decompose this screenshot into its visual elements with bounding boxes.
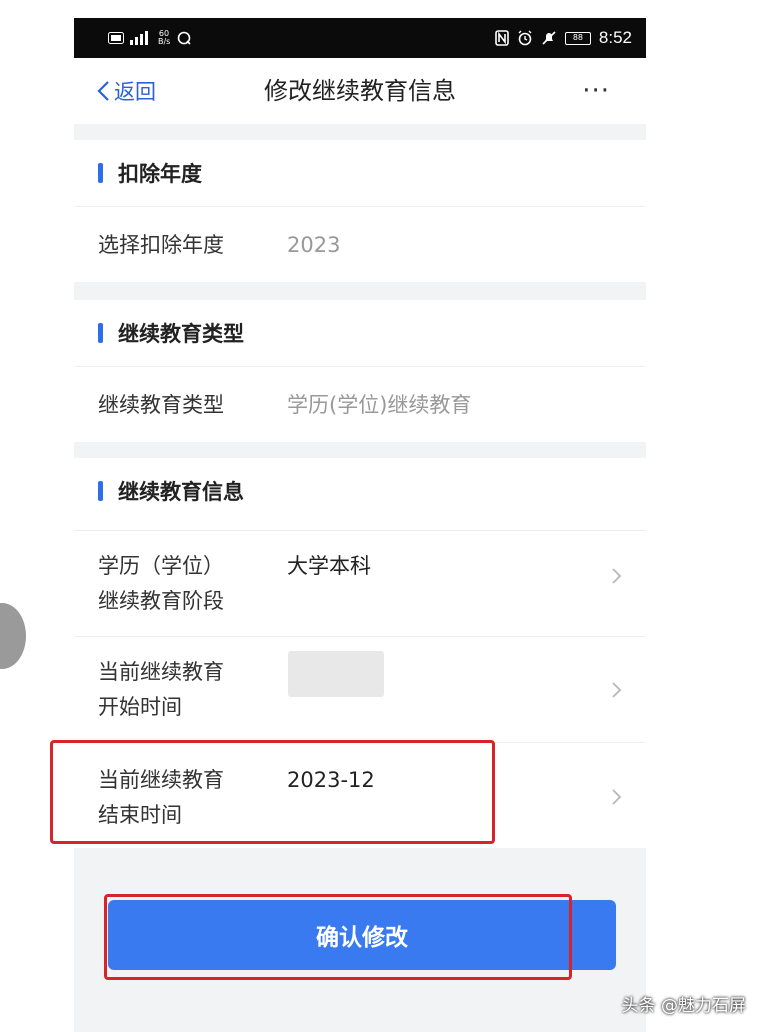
page-title: 修改继续教育信息 [264, 77, 456, 105]
education-type-value: 学历(学位)继续教育 [287, 393, 472, 417]
section-divider [74, 124, 646, 140]
end-time-row[interactable]: 当前继续教育 结束时间 2023-12 [74, 742, 646, 848]
row-label: 当前继续教育 开始时间 [98, 655, 224, 725]
row-label-line: 结束时间 [98, 803, 182, 827]
row-label: 学历（学位） 继续教育阶段 [98, 549, 224, 619]
section-title: 继续教育信息 [118, 480, 244, 504]
row-label: 当前继续教育 结束时间 [98, 763, 224, 833]
status-bar: 60 B/s 88 8:52 [74, 18, 646, 58]
signal-icon [130, 31, 148, 45]
hd-icon [108, 32, 124, 44]
start-time-row[interactable]: 当前继续教育 开始时间 [74, 636, 646, 742]
confirm-modify-button[interactable]: 确认修改 [108, 900, 616, 970]
network-speed: 60 B/s [158, 30, 170, 46]
section-header-deduction-year: 扣除年度 [74, 140, 646, 206]
battery-icon: 88 [564, 31, 591, 45]
network-speed-unit: B/s [158, 37, 171, 46]
row-label: 继续教育类型 [98, 393, 224, 417]
more-icon[interactable]: ··· [582, 58, 610, 124]
battery-level: 88 [572, 32, 583, 42]
section-divider [74, 282, 646, 300]
row-label-line: 继续教育阶段 [98, 589, 224, 613]
status-left: 60 B/s [108, 18, 192, 58]
section-header-education-type: 继续教育类型 [74, 300, 646, 366]
chevron-right-icon [612, 682, 622, 698]
back-label: 返回 [114, 80, 156, 104]
section-accent-bar [98, 163, 103, 183]
row-label-line: 当前继续教育 [98, 768, 224, 792]
hotspot-icon [177, 31, 191, 45]
status-right: 88 8:52 [495, 18, 632, 58]
section-title: 继续教育类型 [118, 322, 244, 346]
section-accent-bar [98, 323, 103, 343]
section-divider [74, 442, 646, 458]
education-stage-value: 大学本科 [287, 554, 371, 578]
education-stage-row[interactable]: 学历（学位） 继续教育阶段 大学本科 [74, 530, 646, 636]
chevron-right-icon [612, 789, 622, 805]
watermark: 头条 @魅力石屏 [621, 996, 746, 1016]
start-time-value-obscured [288, 651, 384, 697]
deduction-year-row[interactable]: 选择扣除年度 2023 [74, 206, 646, 282]
section-accent-bar [98, 481, 103, 501]
back-button[interactable]: 返回 [96, 58, 156, 124]
floating-handle[interactable] [0, 603, 26, 669]
nav-bar: 返回 修改继续教育信息 ··· [74, 58, 646, 124]
deduction-year-value: 2023 [287, 233, 341, 257]
end-time-value: 2023-12 [287, 768, 375, 792]
row-label-line: 学历（学位） [98, 554, 224, 578]
alarm-icon [518, 30, 532, 46]
back-chevron-icon [97, 81, 109, 101]
row-label-line: 当前继续教育 [98, 660, 224, 684]
section-header-education-info: 继续教育信息 [74, 458, 646, 524]
status-time: 8:52 [598, 28, 632, 47]
phone-screen: 60 B/s 88 8:52 返回 修改继续教育信息 ··· 扣除年度 选择扣除年… [74, 18, 646, 1032]
row-label: 选择扣除年度 [98, 233, 224, 257]
education-type-row[interactable]: 继续教育类型 学历(学位)继续教育 [74, 366, 646, 442]
row-label-line: 开始时间 [98, 695, 182, 719]
section-title: 扣除年度 [118, 162, 202, 186]
chevron-right-icon [612, 568, 622, 584]
mute-icon [542, 31, 556, 45]
nfc-icon [495, 30, 509, 46]
